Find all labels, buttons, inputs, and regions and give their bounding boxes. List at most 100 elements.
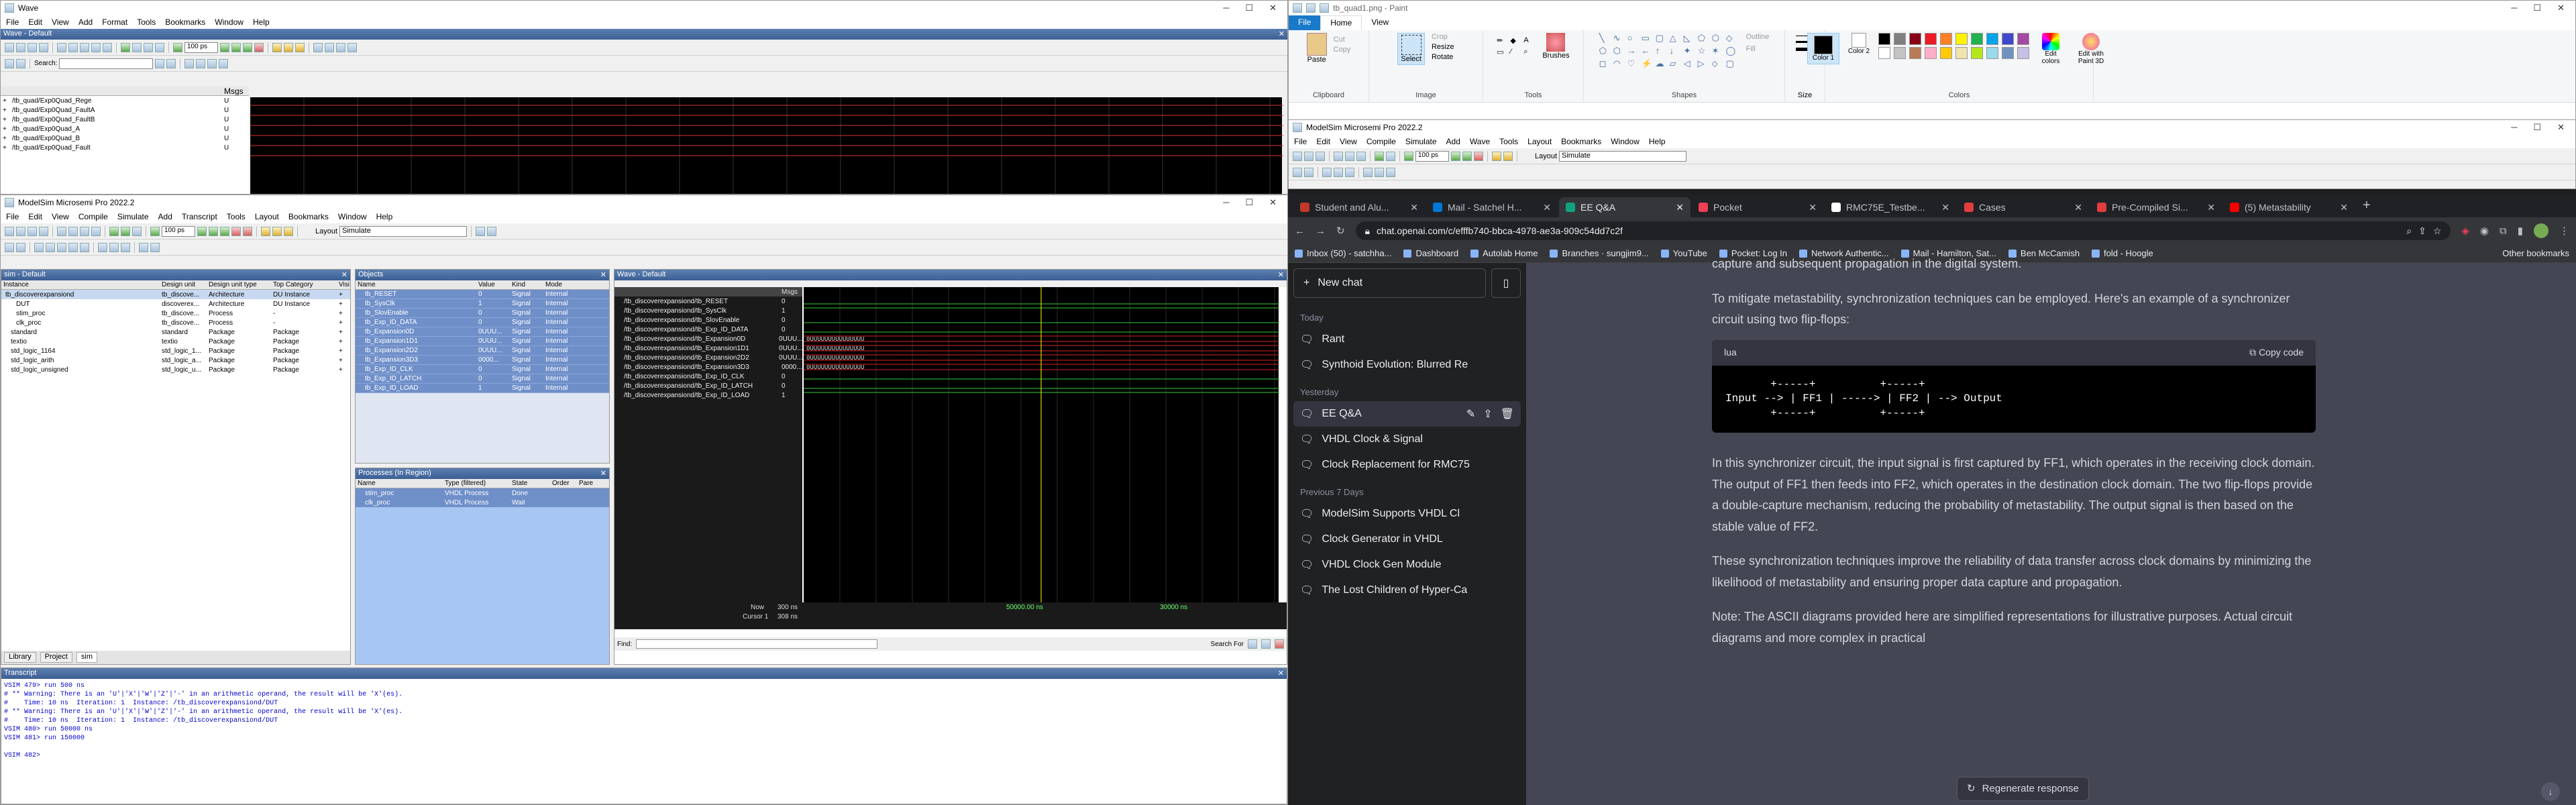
- close-icon[interactable]: ✕: [1269, 197, 1277, 208]
- find-close-icon[interactable]: [1275, 639, 1284, 649]
- copy-button[interactable]: Copy: [1334, 46, 1351, 54]
- simulate-icon[interactable]: [1386, 151, 1395, 161]
- chat-history-item[interactable]: 🗨︎ Clock Generator in VHDL: [1288, 527, 1526, 552]
- object-row[interactable]: tb_Exp_ID_CLK 0 Signal Internal: [356, 365, 609, 374]
- menu-edit[interactable]: Edit: [28, 212, 42, 221]
- sim-instance-row[interactable]: tb_discoverexpansiond tb_discove... Archit…: [1, 290, 350, 299]
- pocket-ext-icon[interactable]: ◈: [2461, 225, 2469, 237]
- run-length-input[interactable]: 100 ps: [1415, 150, 1449, 162]
- paste-button[interactable]: Paste: [1307, 56, 1326, 64]
- step-icon[interactable]: [1492, 151, 1501, 161]
- object-row[interactable]: tb_Expansion0D 0UUU... Signal Internal: [356, 327, 609, 337]
- palette-swatch[interactable]: [1940, 47, 1952, 59]
- panel-close-icon[interactable]: ✕: [600, 270, 606, 280]
- continue-icon[interactable]: [1462, 151, 1472, 161]
- menu-bookmarks[interactable]: Bookmarks: [165, 17, 205, 27]
- bookmark-item[interactable]: Autolab Home: [1470, 248, 1538, 258]
- profile-icon[interactable]: [2534, 223, 2548, 238]
- wave-format-2-icon[interactable]: [150, 242, 160, 252]
- menu-file[interactable]: File: [6, 212, 19, 221]
- menu-wave[interactable]: Wave: [1470, 137, 1490, 146]
- cut-icon[interactable]: [1334, 151, 1343, 161]
- new-icon[interactable]: [5, 42, 14, 52]
- browser-tab[interactable]: Pocket ✕: [1692, 197, 1823, 217]
- pencil-icon[interactable]: ✏: [1497, 36, 1507, 45]
- wave-signal-row[interactable]: +/tb_quad/Exp0Quad_A U: [1, 124, 249, 133]
- extension-icon[interactable]: ◉: [2480, 225, 2489, 237]
- zoom-full-icon[interactable]: [80, 242, 89, 252]
- column-layout-2-icon[interactable]: [487, 226, 497, 236]
- menu-tools[interactable]: Tools: [227, 212, 246, 221]
- sim-instance-row[interactable]: DUT discoverex... Architecture DU Instance +: [1, 299, 350, 309]
- menu-edit[interactable]: Edit: [1316, 137, 1330, 146]
- cursor-icon[interactable]: [1363, 167, 1373, 177]
- tab-close-icon[interactable]: ✕: [1410, 202, 1418, 213]
- menu-window[interactable]: Window: [215, 17, 244, 27]
- layout-select[interactable]: Simulate: [1559, 150, 1687, 162]
- tab-close-icon[interactable]: ✕: [2207, 202, 2215, 213]
- col-type[interactable]: Type (filtered): [443, 480, 510, 487]
- color1-swatch[interactable]: [1814, 36, 1833, 54]
- menu-help[interactable]: Help: [1649, 137, 1666, 146]
- open-icon[interactable]: [16, 42, 25, 52]
- sim-instance-row[interactable]: std_logic_1164 std_logic_1... Package Packa…: [1, 346, 350, 356]
- step-back-icon[interactable]: [16, 242, 25, 252]
- print-icon[interactable]: [39, 42, 48, 52]
- find-input[interactable]: [636, 639, 878, 649]
- browser-tab[interactable]: (5) Metastability ✕: [2223, 197, 2355, 217]
- address-bar[interactable]: 🔒︎ chat.openai.com/c/efffb740-bbca-4978-…: [1355, 221, 2451, 240]
- bookmark-item[interactable]: YouTube: [1660, 248, 1707, 258]
- fill-button[interactable]: Fill: [1746, 45, 1770, 53]
- menu-view[interactable]: View: [1340, 137, 1357, 146]
- select-button[interactable]: Select: [1401, 55, 1421, 63]
- compile-icon[interactable]: [1375, 151, 1384, 161]
- zoom-out-2-icon[interactable]: [196, 58, 206, 68]
- copy-icon[interactable]: [1345, 151, 1354, 161]
- search-for-dropdown[interactable]: Search For: [1211, 641, 1244, 648]
- object-row[interactable]: tb_Exp_ID_LATCH 0 Signal Internal: [356, 374, 609, 384]
- wave-inner-signal-row[interactable]: /tb_discoverexpansiond/tb_Exp_ID_DATA 0: [614, 325, 802, 334]
- palette-swatch[interactable]: [1955, 33, 1968, 45]
- puzzle-icon[interactable]: ⧉: [2500, 225, 2507, 237]
- chat-history-item[interactable]: 🗨︎ The Lost Children of Hyper-Ca: [1288, 578, 1526, 603]
- menu-compile[interactable]: Compile: [1366, 137, 1396, 146]
- sim-instance-row[interactable]: std_logic_arith std_logic_a... Package Pack…: [1, 356, 350, 365]
- close-icon[interactable]: ✕: [1269, 3, 1277, 13]
- menu-bookmarks[interactable]: Bookmarks: [1561, 137, 1601, 146]
- zoom-icon[interactable]: [46, 242, 55, 252]
- bookmark-star-icon[interactable]: ☆: [2433, 225, 2442, 237]
- wave-signal-row[interactable]: +/tb_quad/Exp0Quad_Fault U: [1, 143, 249, 152]
- menu-tools[interactable]: Tools: [1499, 137, 1518, 146]
- maximize-icon[interactable]: ☐: [1245, 197, 1253, 208]
- minimize-icon[interactable]: ─: [1223, 3, 1229, 13]
- sel-icon[interactable]: [34, 242, 44, 252]
- bookmark-item[interactable]: Inbox (50) - satchha...: [1295, 248, 1391, 258]
- outline-button[interactable]: Outline: [1746, 33, 1770, 41]
- zoom-in-icon[interactable]: [57, 242, 66, 252]
- cursor-delete-icon[interactable]: [325, 42, 334, 52]
- continue-icon[interactable]: [209, 226, 218, 236]
- object-row[interactable]: tb_SlovEnable 0 Signal Internal: [356, 309, 609, 318]
- fill-icon[interactable]: ◆: [1510, 36, 1521, 45]
- chat-history-item[interactable]: 🗨︎ VHDL Clock & Signal: [1288, 427, 1526, 452]
- menu-help[interactable]: Help: [376, 212, 393, 221]
- save-icon[interactable]: [1316, 151, 1325, 161]
- close-icon[interactable]: ✕: [2557, 3, 2565, 13]
- edit-colors-button[interactable]: Edit colors: [2036, 50, 2065, 65]
- redo-icon[interactable]: [103, 42, 112, 52]
- brushes-icon[interactable]: [1546, 33, 1566, 52]
- palette-swatch[interactable]: [2002, 33, 2014, 45]
- step-over-icon[interactable]: [1503, 151, 1513, 161]
- signal-expand-icon[interactable]: +: [1, 107, 10, 114]
- menu-add[interactable]: Add: [1446, 137, 1460, 146]
- print-icon[interactable]: [39, 226, 48, 236]
- palette-swatch[interactable]: [1986, 33, 1998, 45]
- search-prev-icon[interactable]: [155, 58, 165, 68]
- minimize-icon[interactable]: ─: [2511, 3, 2517, 13]
- select-icon[interactable]: [16, 58, 25, 68]
- break-icon[interactable]: [1474, 151, 1483, 161]
- tab-close-icon[interactable]: ✕: [1676, 202, 1684, 213]
- browser-tab[interactable]: Mail - Satchel H... ✕: [1426, 197, 1558, 217]
- menu-compile[interactable]: Compile: [78, 212, 108, 221]
- panel-close-icon[interactable]: ✕: [1279, 30, 1285, 39]
